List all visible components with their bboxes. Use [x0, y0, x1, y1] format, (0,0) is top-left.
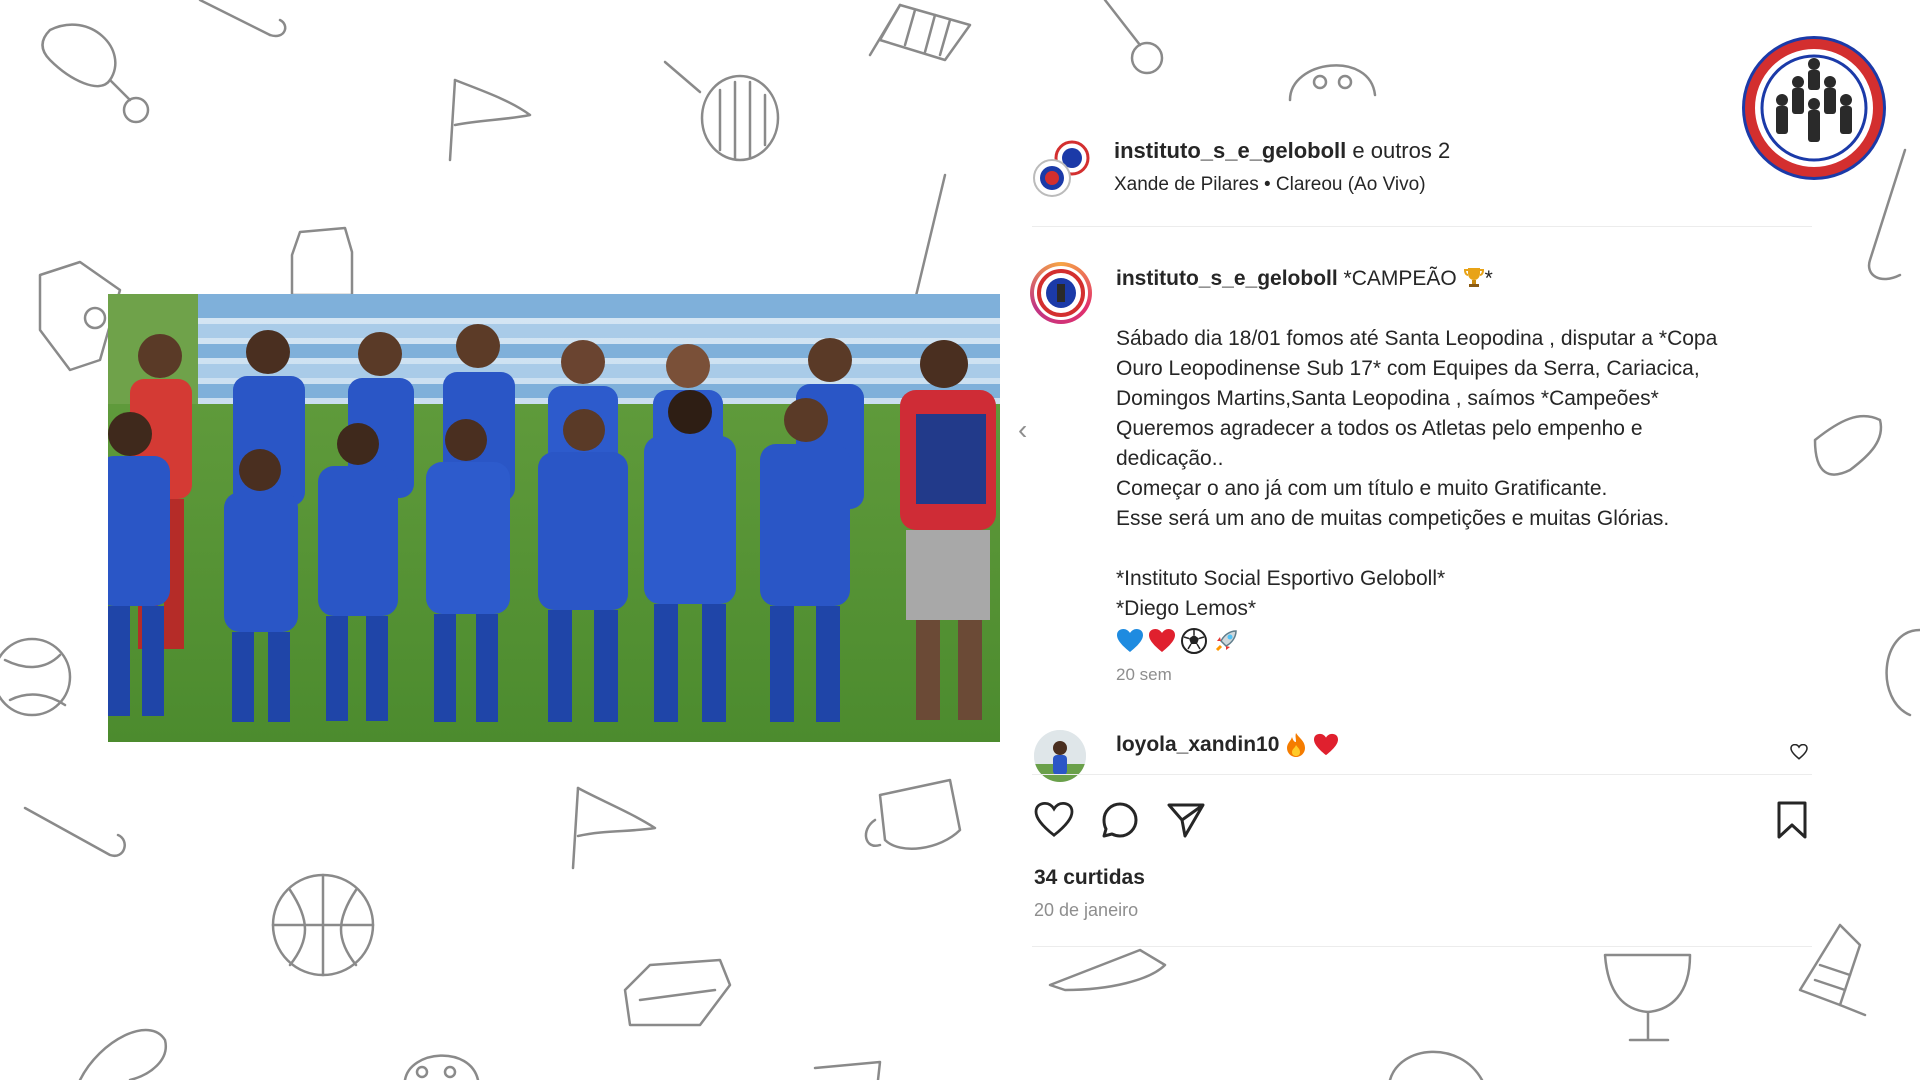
bottle-doodle-icon [290, 226, 354, 297]
comment: loyola_xandin10 [1116, 732, 1339, 758]
checkered-flag-right-doodle-icon [1798, 923, 1867, 1017]
ball-right-doodle-icon [1885, 628, 1920, 717]
action-bar [1032, 798, 1812, 839]
caption-line: Começar o ano já com um título e muito G… [1116, 477, 1608, 500]
ball-left-doodle-icon [0, 637, 72, 717]
red-heart-icon [1149, 629, 1175, 652]
caption-line: dedicação.. [1116, 447, 1224, 470]
helmet-bottom-doodle-icon [1388, 1050, 1484, 1080]
caption-line: Sábado dia 18/01 fomos até Santa Leopodi… [1116, 327, 1718, 350]
rocket-icon [1215, 630, 1237, 652]
ball-doodle-icon [1288, 64, 1377, 102]
heart-icon [1034, 802, 1074, 838]
red-heart-icon [1314, 733, 1339, 756]
soccer-ball-icon [1181, 628, 1207, 654]
caption-line: Queremos agradecer a todos os Atletas pe… [1116, 417, 1643, 440]
header-others[interactable]: e outros 2 [1346, 138, 1450, 163]
flag-doodle-icon [448, 78, 532, 162]
caption-line: *Instituto Social Esportivo Geloboll* [1116, 567, 1446, 590]
footer-divider [1032, 946, 1812, 947]
medal-doodle-icon [1103, 0, 1164, 75]
caption-username[interactable]: instituto_s_e_geloboll [1116, 267, 1338, 290]
blue-heart-icon [1117, 629, 1143, 652]
trophy-doodle-icon [864, 778, 962, 850]
caption-line: *Diego Lemos* [1116, 597, 1257, 620]
likes-count[interactable]: 34 curtidas [1034, 866, 1145, 890]
comment-like-heart-icon[interactable] [1790, 743, 1808, 765]
caption-line: Esse será um ano de muitas competições e… [1116, 507, 1670, 530]
caption-avatar[interactable] [1030, 262, 1092, 324]
music-info[interactable]: Xande de Pilares • Clareou (Ao Vivo) [1114, 174, 1426, 196]
header-divider [1032, 226, 1812, 227]
racket-doodle-icon [663, 60, 780, 162]
post-date: 20 de janeiro [1034, 900, 1139, 920]
post-header: instituto_s_e_geloboll e outros 2 Xande … [1032, 132, 1812, 228]
flag-bottom-doodle-icon [571, 786, 657, 870]
bat-doodle-icon [913, 173, 947, 302]
skate-doodle-icon [623, 958, 732, 1027]
drumstick-doodle-icon [41, 23, 150, 124]
fire-icon [1287, 733, 1306, 757]
golf-club-doodle-icon [198, 0, 287, 38]
post-header-usernames[interactable]: instituto_s_e_geloboll e outros 2 [1114, 138, 1450, 164]
caption-title-line: instituto_s_e_geloboll *CAMPEÃO * [1116, 264, 1816, 294]
comment-username[interactable]: loyola_xandin10 [1116, 733, 1279, 757]
like-button[interactable] [1032, 798, 1076, 842]
comments-divider [1032, 774, 1812, 775]
golf-club-left-doodle-icon [23, 806, 126, 858]
save-button[interactable] [1770, 798, 1814, 842]
caption-line: Domingos Martins,Santa Leopodina , saímo… [1116, 387, 1659, 410]
caption-time[interactable]: 20 sem [1116, 660, 1816, 690]
drumstick-bottom-doodle-icon [78, 1028, 168, 1080]
trophy-emoji-icon [1463, 268, 1484, 287]
bookmark-icon [1777, 801, 1807, 839]
send-icon [1167, 803, 1205, 838]
bottom-sketch-doodle-icon [813, 1060, 882, 1080]
caption-line: Ouro Leopodinense Sub 17* com Equipes da… [1116, 357, 1700, 380]
post-caption: instituto_s_e_geloboll *CAMPEÃO * Sábado… [1116, 264, 1816, 690]
comment-button[interactable] [1098, 798, 1142, 842]
basketball-doodle-icon [271, 873, 375, 977]
header-username[interactable]: instituto_s_e_geloboll [1114, 138, 1346, 163]
collab-avatars[interactable] [1032, 140, 1092, 200]
team-photo [108, 294, 1000, 742]
caption-title: *CAMPEÃO [1337, 267, 1457, 290]
trophy-right-doodle-icon [1603, 953, 1692, 1042]
comment-bubble-icon [1102, 802, 1138, 838]
caption-line-blank [1116, 534, 1816, 564]
share-button[interactable] [1164, 798, 1208, 842]
checkered-flag-doodle-icon [868, 3, 972, 62]
caption-title-end: * [1484, 267, 1493, 290]
whistle-doodle-icon [1048, 948, 1167, 992]
ball-bottom-doodle-icon [403, 1054, 480, 1080]
caption-emojis [1116, 626, 1816, 656]
cleat-doodle-icon [1813, 414, 1883, 476]
team-photo-illustration [108, 294, 1000, 742]
chevron-left-icon[interactable]: ‹ [1018, 414, 1027, 446]
